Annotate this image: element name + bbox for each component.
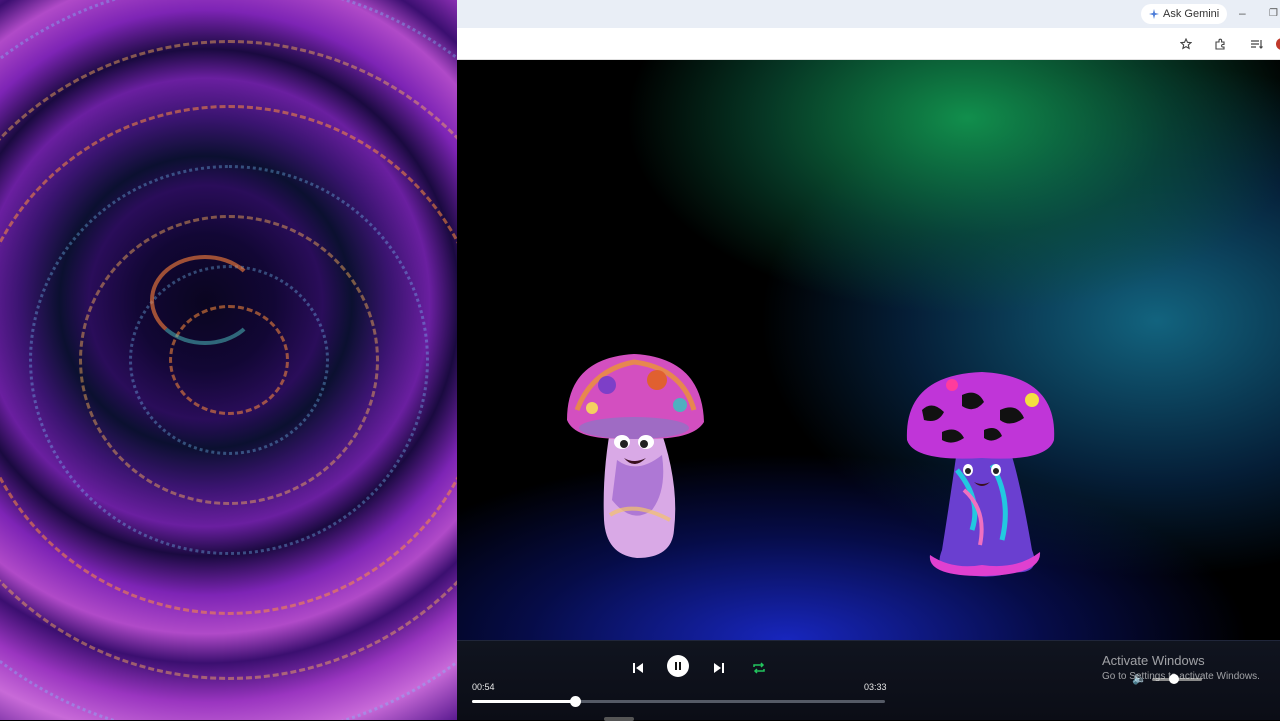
repeat-icon [753, 662, 765, 674]
address-bar[interactable] [457, 32, 1147, 56]
extension-icon[interactable] [1211, 35, 1229, 53]
tab-strip: Ask Gemini – ❐ [457, 0, 1280, 28]
previous-button[interactable] [627, 657, 649, 679]
next-button[interactable] [708, 657, 730, 679]
progress-knob[interactable] [570, 696, 582, 707]
previous-icon [633, 663, 643, 673]
swirl-video-panel [0, 0, 457, 720]
scroll-indicator [604, 717, 634, 721]
swirl-ring [0, 0, 457, 720]
current-time: 00:54 [472, 682, 495, 692]
bookmark-star-icon[interactable] [1177, 35, 1195, 53]
activate-windows-watermark: Activate Windows Go to Settings to activ… [1102, 653, 1260, 682]
video-frame[interactable] [457, 60, 1280, 640]
reading-list-icon[interactable] [1247, 35, 1265, 53]
mushroom-character-left [567, 354, 704, 558]
pause-icon [675, 662, 681, 670]
browser-chrome: Ask Gemini – ❐ [457, 0, 1280, 60]
swirl-core [150, 255, 260, 345]
profile-icon[interactable] [1273, 35, 1280, 53]
progress-fill [472, 700, 576, 703]
next-icon [714, 663, 724, 673]
duration-time: 03:33 [864, 682, 887, 692]
activate-windows-title: Activate Windows [1102, 653, 1205, 668]
ask-gemini-button[interactable]: Ask Gemini [1141, 4, 1228, 24]
minimize-button[interactable]: – [1239, 6, 1246, 20]
activate-windows-subtitle: Go to Settings to activate Windows. [1102, 671, 1260, 682]
pause-button[interactable] [667, 655, 689, 677]
ask-gemini-label: Ask Gemini [1163, 8, 1220, 20]
mushroom-character-right [906, 372, 1055, 577]
progress-bar[interactable] [472, 696, 885, 707]
gemini-icon [1149, 9, 1159, 19]
browser-toolbar [457, 28, 1280, 60]
restore-button[interactable]: ❐ [1269, 8, 1278, 19]
repeat-button[interactable] [748, 657, 770, 679]
